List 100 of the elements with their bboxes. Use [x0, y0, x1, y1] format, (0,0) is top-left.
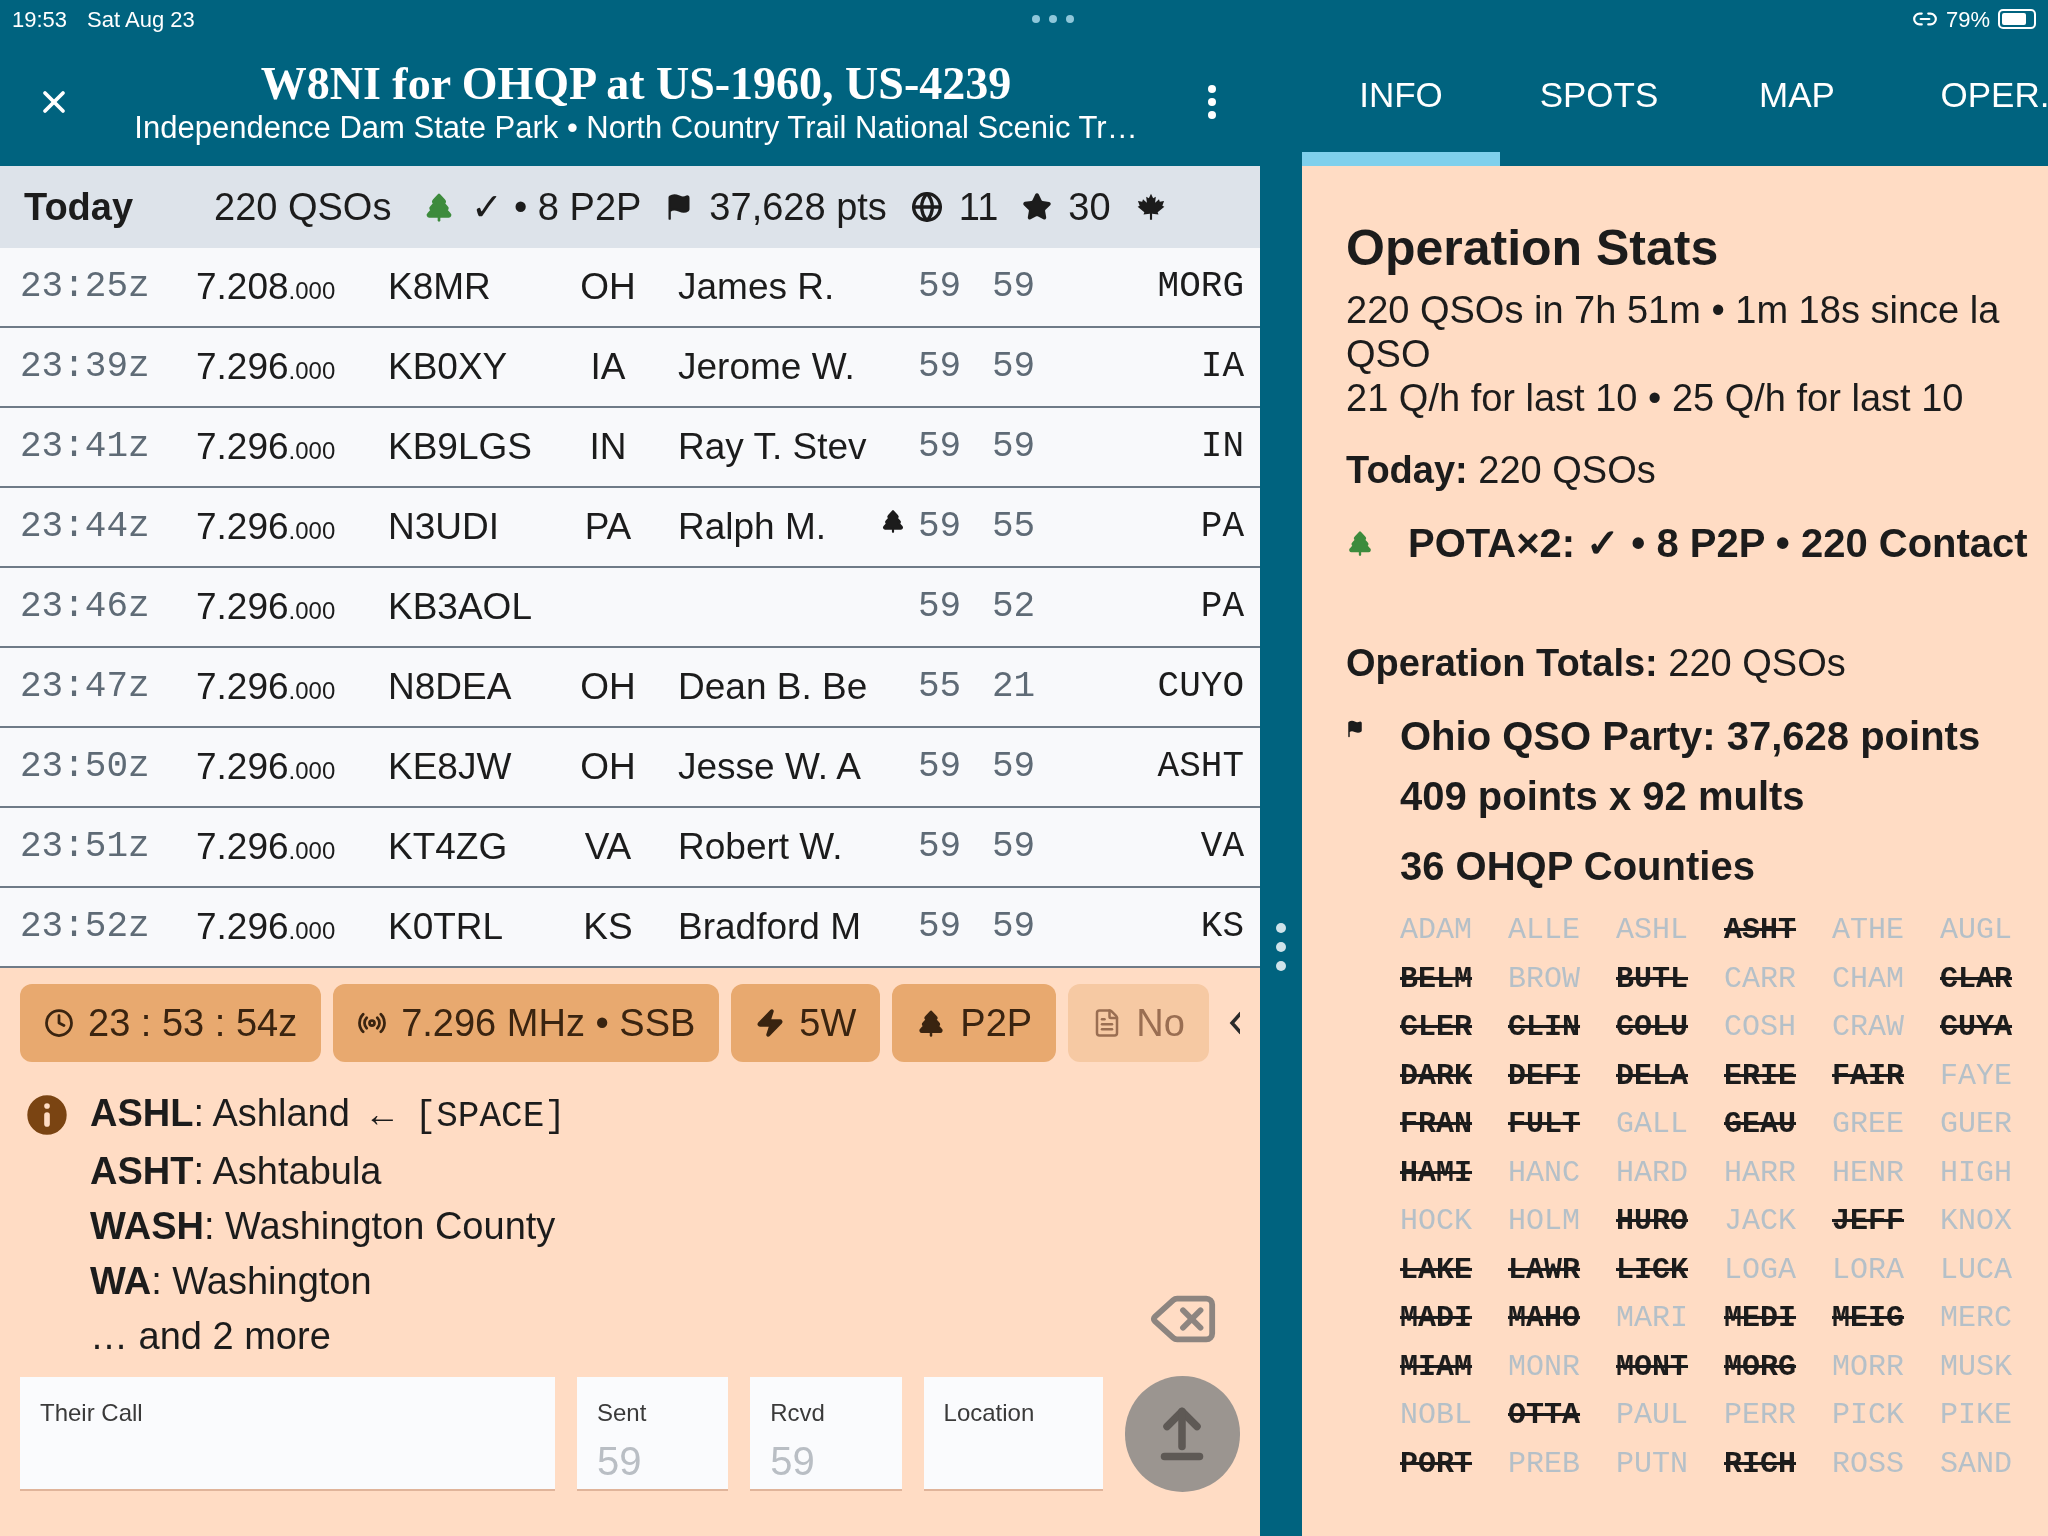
qso-row[interactable]: 23:51z 7.296.000 KT4ZG VA Robert W. 59 59 VA — [0, 808, 1260, 888]
county-code: HOLM — [1508, 1203, 1581, 1240]
country-count: 11 — [958, 184, 999, 230]
county-code: MONT — [1616, 1348, 1689, 1386]
county-code: CLAR — [1940, 960, 2013, 998]
status-chip[interactable]: 5W — [731, 984, 881, 1062]
qso-frequency: 7.296.000 — [196, 345, 337, 390]
county-code: LICK — [1616, 1251, 1689, 1289]
menu-icon — [1208, 85, 1216, 119]
county-code: HANC — [1508, 1154, 1581, 1192]
county-code: ATHE — [1832, 912, 1905, 949]
county-code: FULT — [1508, 1106, 1581, 1143]
battery-percent: 79% — [1945, 5, 1990, 34]
panel-tab[interactable]: SPOTS — [1500, 38, 1698, 166]
qso-callsign: KT4ZG — [388, 825, 509, 870]
qso-frequency: 7.296.000 — [196, 505, 337, 550]
qso-callsign: KE8JW — [388, 745, 513, 790]
chevron-left-icon — [1228, 1011, 1240, 1035]
qso-time: 23:50z — [20, 745, 151, 789]
county-code: PUTN — [1616, 1445, 1689, 1483]
county-code: MEIG — [1832, 1300, 1905, 1337]
county-code: RICH — [1724, 1445, 1797, 1483]
status-chip[interactable]: 7.296 MHz • SSB — [333, 984, 720, 1062]
drag-handle-icon[interactable] — [1275, 922, 1287, 972]
county-code: HARD — [1616, 1154, 1689, 1192]
county-suggestion[interactable]: ASHT: Ashtabula — [90, 1144, 566, 1199]
status-chip[interactable]: 23 : 53 : 54z — [20, 984, 322, 1062]
county-code: FRAN — [1400, 1106, 1473, 1143]
input-field[interactable]: 59 — [596, 1431, 667, 1491]
stats-heading: Operation Stats — [1346, 219, 1720, 278]
county-code: HARR — [1724, 1154, 1797, 1192]
county-code: BROW — [1508, 960, 1581, 998]
contest-multipliers: 409 points x 92 mults — [1400, 773, 1806, 820]
qso-location: IN — [1200, 425, 1244, 469]
county-code: ROSS — [1832, 1445, 1905, 1483]
county-suggestion[interactable]: WASH: Washington County — [90, 1199, 566, 1254]
county-code: HOCK — [1400, 1203, 1473, 1240]
input-field[interactable]: 59 — [770, 1431, 841, 1491]
county-code: DELA — [1616, 1057, 1689, 1095]
entry-field[interactable]: Rcvd 59 — [750, 1377, 902, 1491]
qso-callsign: K8MR — [388, 265, 492, 310]
panel-tab[interactable]: MAP — [1698, 38, 1896, 166]
qso-location: VA — [1200, 825, 1244, 869]
operation-title: W8NI for OHQP at US-1960, US-4239 — [260, 58, 1012, 110]
qso-row[interactable]: 23:44z 7.296.000 N3UDI PA Ralph M. 59 55 PA — [0, 488, 1260, 568]
county-code: NOBL — [1400, 1397, 1473, 1434]
entry-field[interactable]: Sent 59 — [576, 1377, 729, 1491]
county-code: MORG — [1724, 1348, 1797, 1386]
operator-name: Jesse W. A — [678, 746, 861, 788]
county-code: HAMI — [1400, 1154, 1473, 1192]
county-code: HURO — [1616, 1203, 1689, 1240]
panel-tab[interactable]: OPER. — [1896, 38, 2048, 166]
received-report: 59 — [992, 265, 1037, 309]
county-code: LOGA — [1724, 1251, 1797, 1289]
qso-row[interactable]: 23:50z 7.296.000 KE8JW OH Jesse W. A 59 59 ASHT — [0, 728, 1260, 808]
county-code: BUTL — [1616, 960, 1689, 998]
qso-frequency: 7.296.000 — [196, 745, 337, 790]
qso-row[interactable]: 23:41z 7.296.000 KB9LGS IN Ray T. Stev 59 59 IN — [0, 408, 1260, 488]
qso-row[interactable]: 23:39z 7.296.000 KB0XY IA Jerome W. 59 59 IA — [0, 328, 1260, 408]
county-code: CLER — [1400, 1009, 1473, 1046]
qso-callsign: N3UDI — [388, 505, 501, 550]
county-code: PICK — [1832, 1397, 1905, 1434]
received-report: 52 — [992, 585, 1037, 629]
qso-location: IA — [1200, 345, 1244, 389]
county-code: MADI — [1400, 1300, 1473, 1337]
county-code: ASHT — [1724, 912, 1797, 949]
sent-report: 55 — [918, 665, 963, 709]
status-chip[interactable]: P2P — [892, 984, 1057, 1062]
qso-location: KS — [1200, 905, 1244, 949]
qso-location: PA — [1200, 585, 1244, 629]
sent-report: 59 — [918, 345, 963, 389]
qso-state: OH — [580, 265, 636, 310]
qso-row[interactable]: 23:25z 7.208.000 K8MR OH James R. 59 59 MORG — [0, 248, 1260, 328]
county-suggestion[interactable]: WA: Washington — [90, 1254, 566, 1309]
state-count: 30 — [1068, 184, 1111, 230]
sent-report: 59 — [918, 425, 963, 469]
entry-field[interactable]: Their Call — [20, 1377, 555, 1491]
qso-location: ASHT — [1157, 745, 1244, 789]
qso-state: VA — [584, 825, 632, 870]
qso-frequency: 7.296.000 — [196, 665, 337, 710]
globe-icon — [910, 191, 943, 223]
counties-heading: 36 OHQP Counties — [1400, 843, 1756, 890]
pota-stats: POTA×2: ✓ • 8 P2P • 220 Contact — [1408, 520, 2028, 567]
qso-callsign: N8DEA — [388, 665, 513, 710]
qso-time: 23:51z — [20, 825, 151, 869]
county-code: PAUL — [1616, 1397, 1689, 1434]
qso-location: MORG — [1157, 265, 1244, 309]
more-suggestions: … and 2 more — [90, 1314, 332, 1359]
qso-row[interactable]: 23:47z 7.296.000 N8DEA OH Dean B. Be 55 21 CUYO — [0, 648, 1260, 728]
qso-row[interactable]: 23:46z 7.296.000 KB3AOL 59 52 PA — [0, 568, 1260, 648]
county-code: AUGL — [1940, 912, 2013, 949]
operator-name: Jerome W. — [678, 346, 855, 388]
county-suggestion[interactable]: ASHL: Ashland ← [SPACE] — [90, 1086, 566, 1144]
received-report: 59 — [992, 425, 1037, 469]
sent-report: 59 — [918, 905, 963, 949]
received-report: 55 — [992, 505, 1037, 549]
county-code: COSH — [1724, 1009, 1797, 1046]
multitasking-dots-icon[interactable] — [1031, 14, 1076, 24]
county-code: GEAU — [1724, 1106, 1797, 1143]
entry-field[interactable]: Location — [923, 1377, 1103, 1491]
